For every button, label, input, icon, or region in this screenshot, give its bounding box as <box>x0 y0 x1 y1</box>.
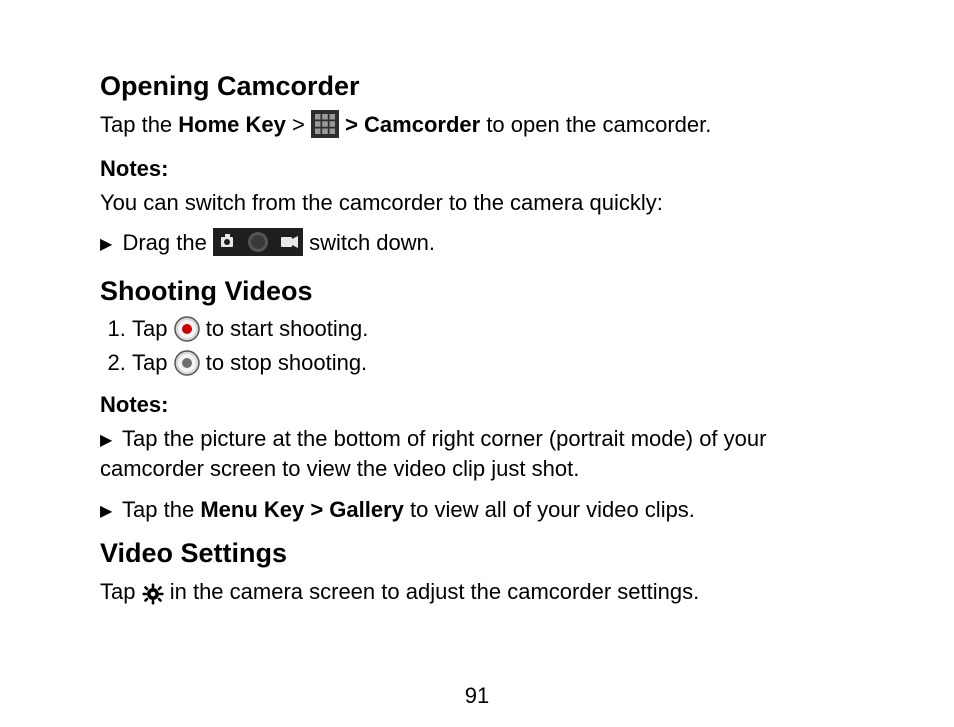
text: > <box>345 112 364 137</box>
text: Tap the <box>100 112 178 137</box>
text: switch down. <box>309 230 435 255</box>
bullet-icon: ▶ <box>100 501 112 523</box>
bullet-icon: ▶ <box>100 430 112 452</box>
text: in the camera screen to adjust the camco… <box>170 579 699 604</box>
home-key-label: Home Key <box>178 112 286 137</box>
text: Tap <box>132 316 174 341</box>
stop-button-icon <box>174 350 200 382</box>
note-gallery: ▶ Tap the Menu Key > Gallery to view all… <box>100 495 864 525</box>
notes-label: Notes: <box>100 156 864 182</box>
notes-label: Notes: <box>100 392 864 418</box>
menu-key-gallery-label: Menu Key > Gallery <box>200 497 404 522</box>
heading-video-settings: Video Settings <box>100 537 864 569</box>
heading-shooting-videos: Shooting Videos <box>100 275 864 307</box>
text: to stop shooting. <box>206 350 367 375</box>
drag-switch-note: ▶ Drag the switch down. <box>100 228 864 264</box>
manual-page: Opening Camcorder Tap the Home Key > > C… <box>0 0 954 727</box>
settings-gear-icon <box>142 583 164 613</box>
text: to view all of your video clips. <box>404 497 695 522</box>
text: Tap <box>100 579 142 604</box>
record-button-icon <box>174 316 200 348</box>
camcorder-label: Camcorder <box>364 112 480 137</box>
text: Drag the <box>122 230 213 255</box>
text: > <box>286 112 311 137</box>
text: Tap the picture at the bottom of right c… <box>100 426 766 481</box>
bullet-icon: ▶ <box>100 234 112 256</box>
heading-opening-camcorder: Opening Camcorder <box>100 70 864 102</box>
text: to open the camcorder. <box>480 112 711 137</box>
note-view-clip: ▶ Tap the picture at the bottom of right… <box>100 424 864 483</box>
notes-intro: You can switch from the camcorder to the… <box>100 188 864 218</box>
opening-instruction: Tap the Home Key > > Camcorder to open t… <box>100 110 864 146</box>
camera-video-toggle-icon <box>213 228 303 264</box>
step-stop-shooting: Tap to stop shooting. <box>132 350 864 382</box>
video-settings-instruction: Tap in <box>100 577 864 613</box>
shooting-steps: Tap to start shooting. Tap to stop sho <box>100 316 864 382</box>
text: Tap the <box>122 497 200 522</box>
text: to start shooting. <box>206 316 369 341</box>
step-start-shooting: Tap to start shooting. <box>132 316 864 348</box>
page-number: 91 <box>0 683 954 709</box>
app-grid-icon <box>311 110 339 146</box>
text: Tap <box>132 350 174 375</box>
